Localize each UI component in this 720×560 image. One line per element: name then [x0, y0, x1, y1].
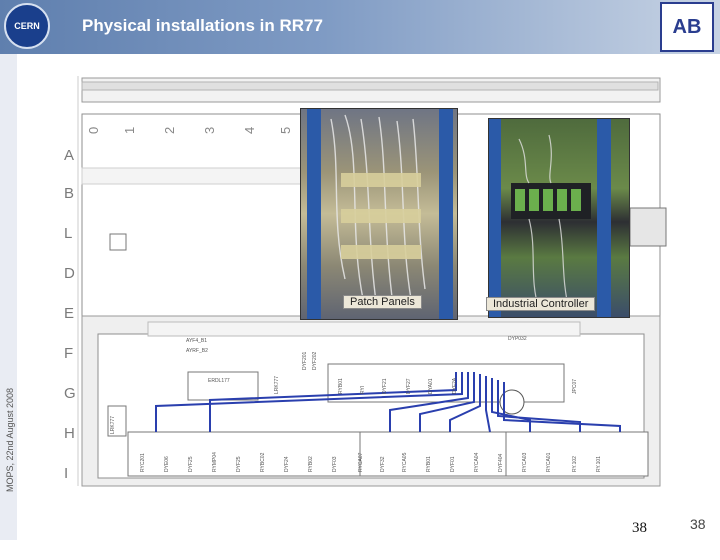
rack-label: DYF25 [236, 456, 242, 472]
floorplan-row-i: I [64, 465, 68, 482]
slide-header: CERN Physical installations in RR77 AB [0, 0, 720, 54]
floorplan-row-e: E [64, 305, 74, 322]
rack-label: RYCA03 [522, 452, 528, 472]
rack-label: DYF27 [406, 378, 412, 394]
rack-label: RY.102 [572, 456, 578, 472]
floorplan-row-a: A [64, 147, 74, 164]
floorplan-row-d: D [64, 265, 75, 282]
industrial-controller-photo [488, 118, 630, 318]
rack-label: AYRF_B2 [186, 348, 208, 354]
slide-number-corner: 38 [690, 516, 706, 532]
rack-label: ERDL177 [208, 378, 230, 384]
rack-label: RYB01 [338, 378, 344, 394]
rack-label: RY.101 [596, 456, 602, 472]
rack-label: RYCA01 [546, 452, 552, 472]
rack-label: DYF03 [332, 456, 338, 472]
rack-label: DYP032 [508, 336, 527, 342]
rack-label: RYCA07 [358, 452, 364, 472]
rack-label: DYF24 [284, 456, 290, 472]
floorplan-col-3: 3 [202, 127, 217, 134]
rack-label: RYCA05 [402, 452, 408, 472]
rack-label: DYF201 [302, 351, 308, 370]
floorplan-row-h: H [64, 425, 75, 442]
rack-label: LRK777 [274, 376, 280, 394]
cern-logo: CERN [4, 3, 50, 49]
ab-logo: AB [660, 2, 714, 52]
rack-label: RYB02 [308, 456, 314, 472]
rack-label: RYI [360, 386, 366, 394]
rack-label: RYBC02 [260, 452, 266, 472]
rack-label: DYF21 [382, 378, 388, 394]
floorplan-row-f: F [64, 345, 73, 362]
conference-footer: MOPS, 22nd August 2008 [5, 387, 15, 493]
slide-number: 38 [632, 520, 647, 536]
floorplan-row-b: B [64, 185, 74, 202]
rack-label: RYCA04 [474, 452, 480, 472]
rack-label: DYF2A [452, 377, 458, 394]
rack-label: DYF01 [450, 456, 456, 472]
rack-label: RYMP04 [212, 452, 218, 472]
patch-panels-photo [300, 108, 458, 320]
floorplan-col-4: 4 [242, 127, 257, 134]
rack-label: DYF25 [188, 456, 194, 472]
floorplan-col-2: 2 [162, 127, 177, 134]
slide-title: Physical installations in RR77 [82, 16, 323, 35]
industrial-controller-caption: Industrial Controller [486, 297, 596, 311]
rack-label: DYF202 [312, 351, 318, 370]
rack-label: LRK777 [110, 416, 116, 434]
rack-label: DYA01 [428, 378, 434, 394]
rack-label: RYC201 [140, 453, 146, 472]
floorplan-row-g: G [64, 385, 76, 402]
floorplan-col-0: 0 [86, 127, 101, 134]
patch-panels-caption: Patch Panels [343, 295, 422, 309]
rack-label: DYE06 [164, 456, 170, 472]
floorplan-col-1: 1 [122, 127, 137, 134]
rack-label: AYF4_B1 [186, 338, 207, 344]
rack-label: RYB01 [426, 456, 432, 472]
rack-label: JPC07 [572, 379, 578, 394]
floorplan-row-l: L [64, 225, 72, 242]
rack-label: DYF32 [380, 456, 386, 472]
floorplan-col-5: 5 [278, 127, 293, 134]
rack-label: DYF404 [498, 453, 504, 472]
